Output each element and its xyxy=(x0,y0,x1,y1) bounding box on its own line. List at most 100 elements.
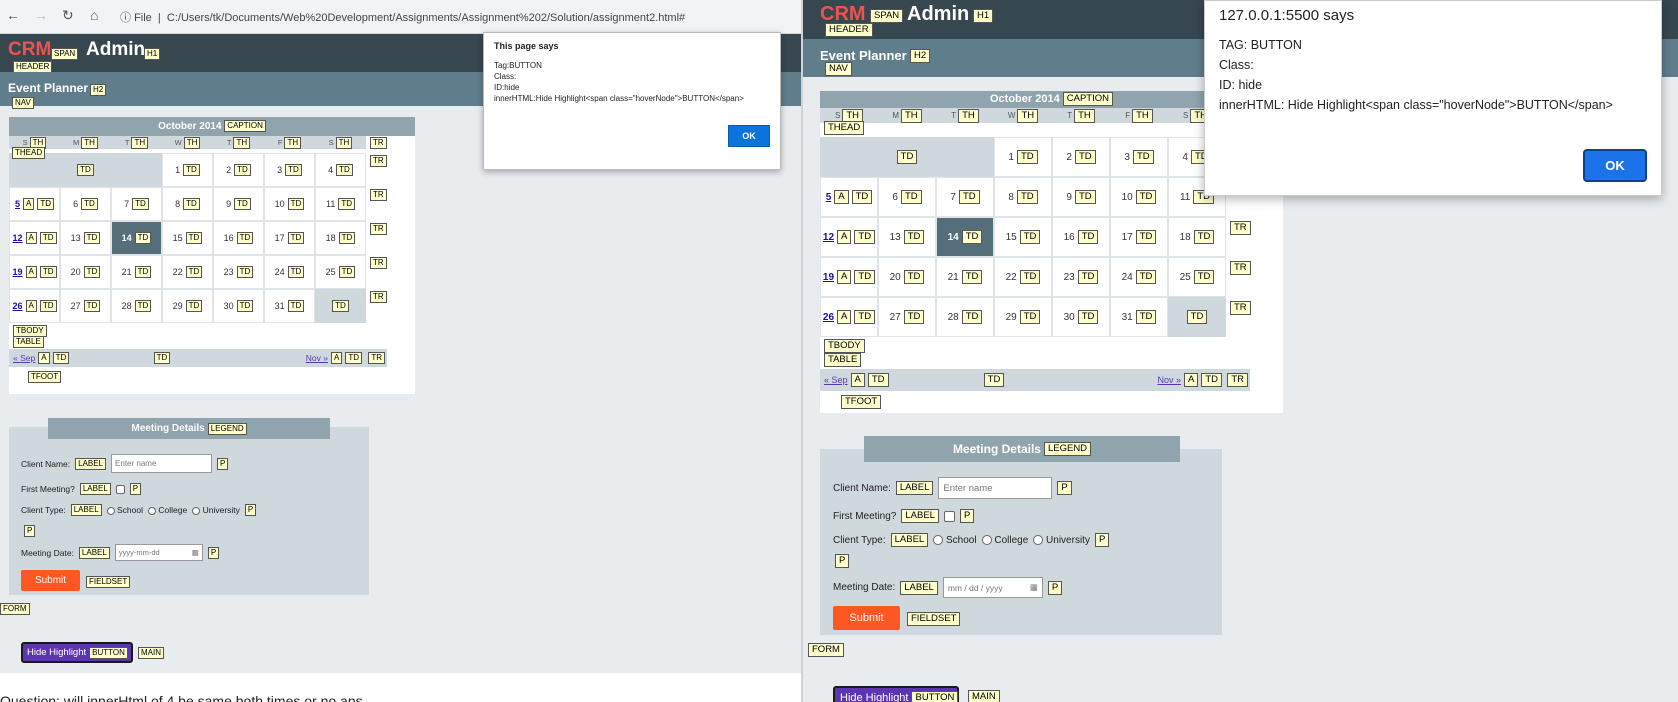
submit-button[interactable]: Submit xyxy=(21,570,80,591)
day-cell[interactable]: 17 TD xyxy=(1110,217,1168,257)
day-cell[interactable]: 19 A TD xyxy=(9,255,60,289)
day-cell[interactable]: 10 TD xyxy=(264,187,315,221)
day-cell[interactable]: 20 TD xyxy=(60,255,111,289)
submit-button[interactable]: Submit xyxy=(833,606,900,630)
day-cell[interactable]: 18 TD xyxy=(315,221,366,255)
day-cell[interactable]: 2 TD xyxy=(1052,137,1110,177)
reload-icon[interactable]: ↻ xyxy=(62,7,74,24)
day-cell[interactable]: 1 TD xyxy=(162,153,213,187)
forward-icon[interactable]: → xyxy=(34,7,48,23)
day-cell[interactable]: 17 TD xyxy=(264,221,315,255)
day-cell[interactable]: 3 TD xyxy=(1110,137,1168,177)
day-cell[interactable]: 21 TD xyxy=(111,255,162,289)
day-cell[interactable]: 12 A TD xyxy=(9,221,60,255)
day-cell[interactable]: 31 TD xyxy=(1110,297,1168,337)
meeting-date-input[interactable]: mm / dd / yyyy ▦ xyxy=(942,577,1043,598)
day-cell[interactable]: 11 TD xyxy=(315,187,366,221)
next-month-link[interactable]: Nov » xyxy=(306,353,328,363)
day-cell[interactable]: 30 TD xyxy=(1052,297,1110,337)
day-cell[interactable]: 6 TD xyxy=(60,187,111,221)
day-cell[interactable]: 4 TD xyxy=(315,153,366,187)
day-cell[interactable]: 14 TD xyxy=(936,217,994,257)
day-cell[interactable]: 14 TD xyxy=(111,221,162,255)
day-cell[interactable]: 15 TD xyxy=(994,217,1052,257)
day-cell[interactable]: 18 TD xyxy=(1168,217,1226,257)
day-cell[interactable]: 28 TD xyxy=(936,297,994,337)
day-cell[interactable]: 13 TD xyxy=(878,217,936,257)
day-cell[interactable]: 7 TD xyxy=(111,187,162,221)
day-cell[interactable]: 7 TD xyxy=(936,177,994,217)
tag-label-td: TD xyxy=(1135,230,1157,244)
day-cell[interactable]: 31 TD xyxy=(264,289,315,323)
dialog-ok-button[interactable]: OK xyxy=(728,125,770,147)
day-cell[interactable]: 22 TD xyxy=(994,257,1052,297)
day-cell[interactable]: 29 TD xyxy=(162,289,213,323)
day-cell[interactable]: 25 TD xyxy=(315,255,366,289)
day-cell[interactable]: 19 A TD xyxy=(820,257,878,297)
day-cell[interactable]: 1 TD xyxy=(994,137,1052,177)
radio-university[interactable]: University xyxy=(1033,535,1090,546)
day-cell[interactable]: 8 TD xyxy=(162,187,213,221)
day-cell[interactable]: 8 TD xyxy=(994,177,1052,217)
day-cell[interactable]: 5 A TD xyxy=(820,177,878,217)
week-link[interactable]: 19 xyxy=(823,272,834,283)
address-bar[interactable]: ⓘ File | C:/Users/tk/Documents/Web%20Dev… xyxy=(120,9,685,25)
day-cell[interactable]: 26 A TD xyxy=(820,297,878,337)
tag-label-a: A xyxy=(834,190,849,204)
tag-label-label: LABEL xyxy=(78,546,110,559)
day-cell[interactable]: 23 TD xyxy=(213,255,264,289)
day-cell[interactable]: 24 TD xyxy=(1110,257,1168,297)
day-cell[interactable]: 15 TD xyxy=(162,221,213,255)
day-cell[interactable]: 12 A TD xyxy=(820,217,878,257)
meeting-date-input[interactable]: yyyy-mm-dd ▦ xyxy=(114,544,203,561)
radio-university[interactable]: University xyxy=(192,505,240,515)
week-link[interactable]: 26 xyxy=(823,312,834,323)
day-cell[interactable]: 2 TD xyxy=(213,153,264,187)
back-icon[interactable]: ← xyxy=(6,7,20,23)
week-link[interactable]: 12 xyxy=(12,233,22,243)
hide-highlight-button[interactable]: Hide Highlight BUTTON xyxy=(21,642,133,663)
day-cell[interactable]: 9 TD xyxy=(213,187,264,221)
day-cell[interactable]: 27 TD xyxy=(878,297,936,337)
next-month-link[interactable]: Nov » xyxy=(1157,375,1181,385)
day-cell[interactable]: 3 TD xyxy=(264,153,315,187)
first-meeting-checkbox[interactable] xyxy=(115,484,125,494)
day-cell[interactable]: 5 A TD xyxy=(9,187,60,221)
day-cell[interactable]: 13 TD xyxy=(60,221,111,255)
first-meeting-checkbox[interactable] xyxy=(943,510,955,522)
day-cell[interactable]: 28 TD xyxy=(111,289,162,323)
day-cell[interactable]: 25 TD xyxy=(1168,257,1226,297)
week-link[interactable]: 12 xyxy=(823,232,834,243)
week-link[interactable]: 19 xyxy=(12,267,22,277)
day-cell[interactable]: 27 TD xyxy=(60,289,111,323)
day-cell[interactable]: 16 TD xyxy=(1052,217,1110,257)
day-cell[interactable]: 23 TD xyxy=(1052,257,1110,297)
day-cell[interactable]: 16 TD xyxy=(213,221,264,255)
day-cell[interactable]: 29 TD xyxy=(994,297,1052,337)
prev-month-link[interactable]: « Sep xyxy=(824,375,848,385)
day-cell[interactable]: 22 TD xyxy=(162,255,213,289)
radio-college[interactable]: College xyxy=(148,505,187,515)
week-link[interactable]: 26 xyxy=(12,301,22,311)
day-cell[interactable]: 9 TD xyxy=(1052,177,1110,217)
radio-school[interactable]: School xyxy=(106,505,143,515)
hide-highlight-button[interactable]: Hide Highlight BUTTON xyxy=(833,686,959,702)
day-cell[interactable]: 30 TD xyxy=(213,289,264,323)
day-cell[interactable]: 20 TD xyxy=(878,257,936,297)
calendar-icon[interactable]: ▦ xyxy=(1030,582,1038,593)
home-icon[interactable]: ⌂ xyxy=(90,7,98,23)
client-name-input[interactable]: Enter name xyxy=(938,477,1053,499)
day-cell[interactable]: 21 TD xyxy=(936,257,994,297)
calendar-icon[interactable]: ▦ xyxy=(192,548,199,557)
prev-month-link[interactable]: « Sep xyxy=(13,353,35,363)
client-name-input[interactable]: Enter name xyxy=(111,454,213,473)
week-link[interactable]: 5 xyxy=(826,192,832,203)
day-cell[interactable]: 24 TD xyxy=(264,255,315,289)
day-cell[interactable]: 6 TD xyxy=(878,177,936,217)
day-cell[interactable]: 10 TD xyxy=(1110,177,1168,217)
radio-college[interactable]: College xyxy=(981,535,1028,546)
week-link[interactable]: 5 xyxy=(15,199,20,209)
radio-school[interactable]: School xyxy=(933,535,977,546)
day-cell[interactable]: 26 A TD xyxy=(9,289,60,323)
dialog-ok-button[interactable]: OK xyxy=(1583,149,1647,182)
